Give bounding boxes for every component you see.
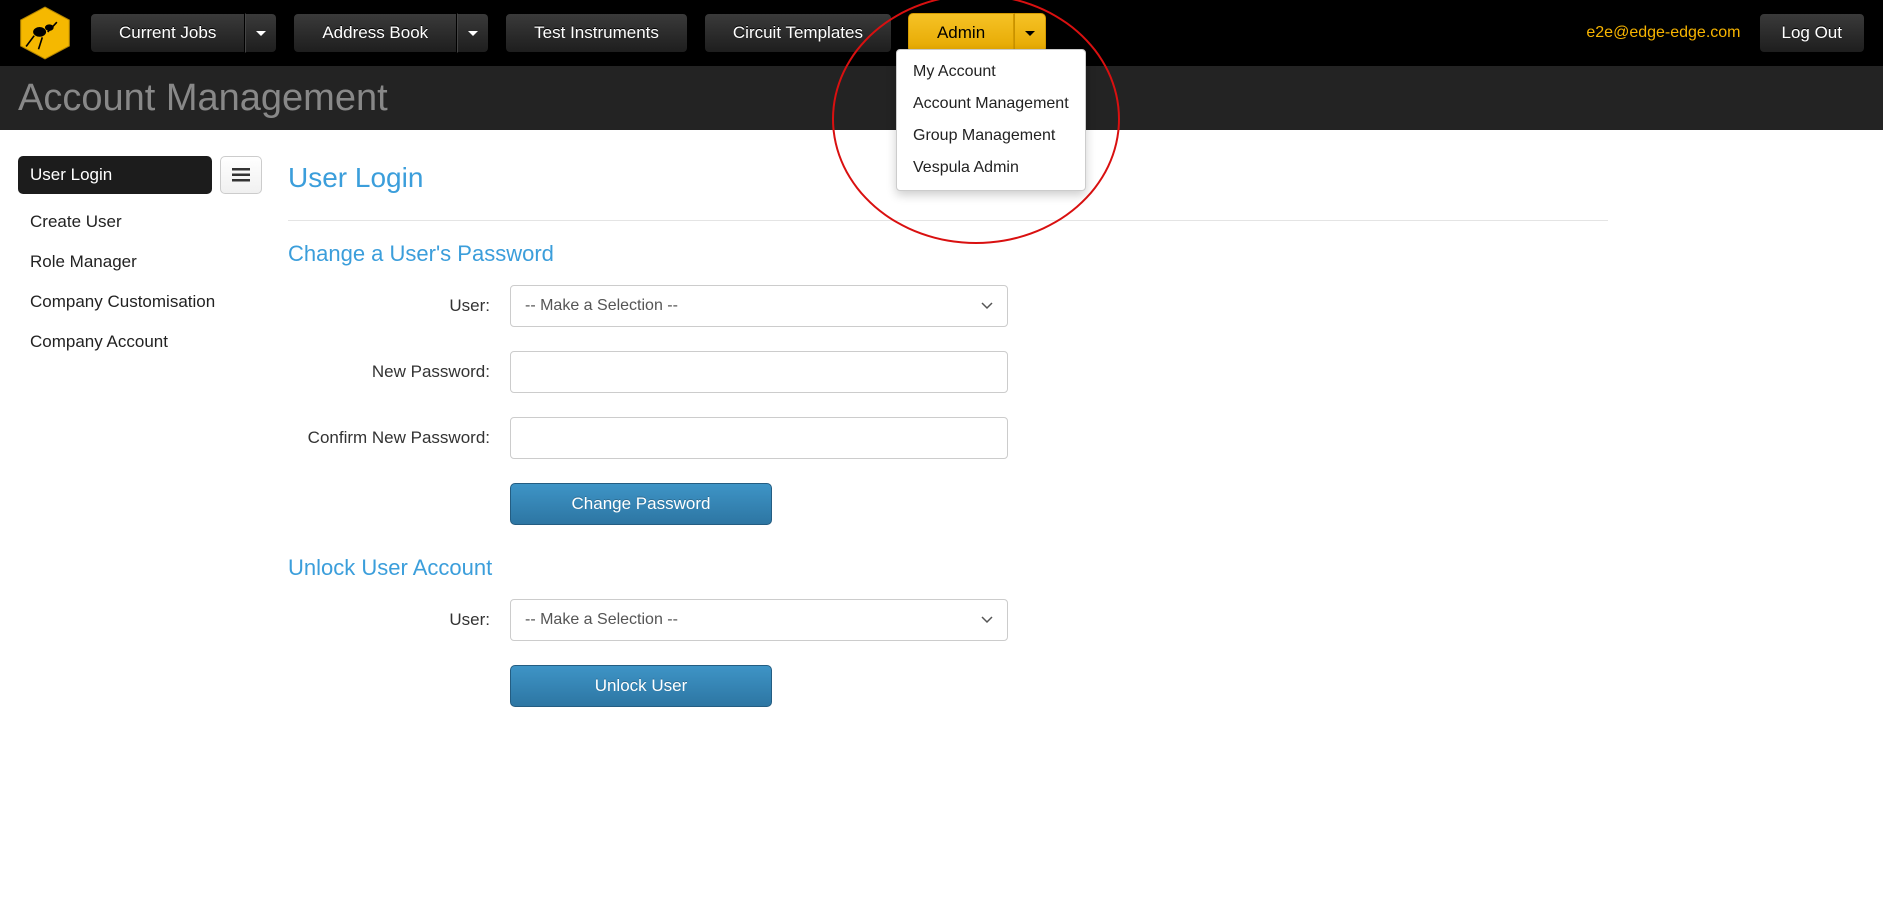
label-new-password: New Password: bbox=[288, 362, 510, 382]
caret-down-icon bbox=[1025, 31, 1035, 36]
dropdown-account-management[interactable]: Account Management bbox=[897, 88, 1085, 120]
change-password-button-row: Change Password bbox=[510, 483, 1608, 525]
nav-admin-caret[interactable] bbox=[1014, 13, 1046, 53]
user-email-link[interactable]: e2e@edge-edge.com bbox=[1586, 24, 1740, 42]
wasp-logo bbox=[18, 6, 72, 60]
sidebar-item-company-customisation[interactable]: Company Customisation bbox=[18, 282, 262, 322]
nav-address-book[interactable]: Address Book bbox=[293, 13, 457, 53]
caret-down-icon bbox=[468, 31, 478, 36]
nav-current-jobs[interactable]: Current Jobs bbox=[90, 13, 245, 53]
dropdown-vespula-admin[interactable]: Vespula Admin bbox=[897, 152, 1085, 184]
content: User Login Change a User's Password User… bbox=[288, 156, 1608, 707]
sidebar-tabs-row: User Login bbox=[18, 156, 262, 194]
nav-circuit-templates[interactable]: Circuit Templates bbox=[704, 13, 892, 53]
label-user: User: bbox=[288, 296, 510, 316]
sidebar: User Login Create User Role Manager Comp… bbox=[18, 156, 262, 707]
top-nav: Current Jobs Address Book Test Instrumen… bbox=[0, 0, 1883, 66]
form-row-unlock-user: User: -- Make a Selection -- bbox=[288, 599, 1608, 641]
label-unlock-user: User: bbox=[288, 610, 510, 630]
nav-current-jobs-group: Current Jobs bbox=[90, 13, 277, 53]
user-select[interactable]: -- Make a Selection -- bbox=[510, 285, 1008, 327]
chevron-down-icon bbox=[981, 614, 993, 626]
unlock-user-select[interactable]: -- Make a Selection -- bbox=[510, 599, 1008, 641]
nav-current-jobs-caret[interactable] bbox=[245, 13, 277, 53]
change-password-button[interactable]: Change Password bbox=[510, 483, 772, 525]
page-title: Account Management bbox=[18, 77, 388, 120]
page-body: User Login Create User Role Manager Comp… bbox=[0, 130, 1883, 707]
nav-admin-group: Admin bbox=[908, 13, 1046, 53]
sidebar-item-company-account[interactable]: Company Account bbox=[18, 322, 262, 362]
nav-address-book-group: Address Book bbox=[293, 13, 489, 53]
unlock-user-select-value: -- Make a Selection -- bbox=[525, 611, 678, 629]
form-row-confirm-password: Confirm New Password: bbox=[288, 417, 1608, 459]
form-row-new-password: New Password: bbox=[288, 351, 1608, 393]
nav-test-instruments[interactable]: Test Instruments bbox=[505, 13, 688, 53]
sidebar-item-user-login[interactable]: User Login bbox=[18, 156, 212, 194]
new-password-input[interactable] bbox=[510, 351, 1008, 393]
nav-admin[interactable]: Admin bbox=[908, 13, 1014, 53]
sidebar-item-role-manager[interactable]: Role Manager bbox=[18, 242, 262, 282]
divider bbox=[288, 220, 1608, 221]
sidebar-item-create-user[interactable]: Create User bbox=[18, 202, 262, 242]
nav-buttons: Current Jobs Address Book Test Instrumen… bbox=[90, 13, 1046, 53]
chevron-down-icon bbox=[981, 300, 993, 312]
dropdown-my-account[interactable]: My Account bbox=[897, 56, 1085, 88]
logout-button[interactable]: Log Out bbox=[1759, 13, 1866, 53]
form-row-user: User: -- Make a Selection -- bbox=[288, 285, 1608, 327]
unlock-user-heading: Unlock User Account bbox=[288, 555, 1608, 581]
label-confirm-password: Confirm New Password: bbox=[288, 428, 510, 448]
caret-down-icon bbox=[256, 31, 266, 36]
unlock-user-button[interactable]: Unlock User bbox=[510, 665, 772, 707]
unlock-user-button-row: Unlock User bbox=[510, 665, 1608, 707]
hamburger-icon bbox=[232, 168, 250, 182]
change-password-heading: Change a User's Password bbox=[288, 241, 1608, 267]
top-right: e2e@edge-edge.com Log Out bbox=[1586, 13, 1865, 53]
nav-address-book-caret[interactable] bbox=[457, 13, 489, 53]
dropdown-group-management[interactable]: Group Management bbox=[897, 120, 1085, 152]
sidebar-toggle-button[interactable] bbox=[220, 156, 262, 194]
admin-dropdown: My Account Account Management Group Mana… bbox=[896, 49, 1086, 191]
user-select-value: -- Make a Selection -- bbox=[525, 297, 678, 315]
confirm-password-input[interactable] bbox=[510, 417, 1008, 459]
